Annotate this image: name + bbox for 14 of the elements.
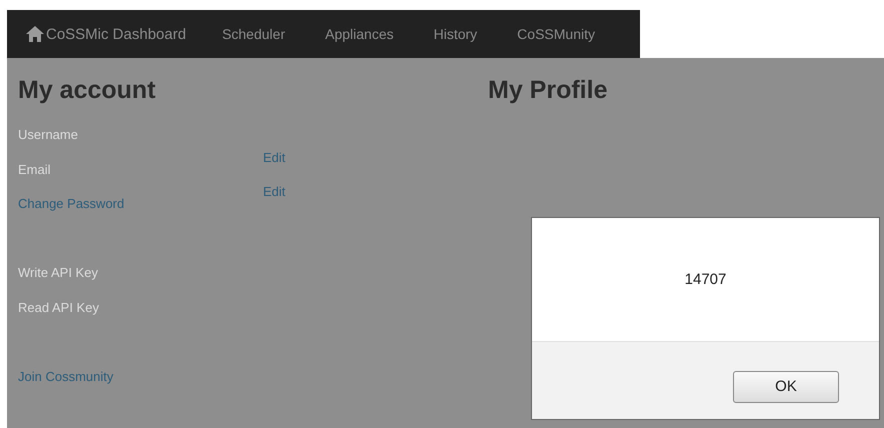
house-icon [25, 25, 45, 43]
field-label: Read API Key [18, 300, 99, 314]
field-label: Username [18, 127, 78, 142]
brand-link[interactable]: CoSSMic Dashboard [46, 26, 186, 42]
nav-link[interactable]: Scheduler [222, 26, 286, 42]
ok-button[interactable]: OK [733, 370, 839, 402]
nav-link[interactable]: Appliances [325, 26, 394, 42]
section-heading: My Profile [488, 76, 608, 105]
nav-link[interactable]: History [434, 26, 478, 42]
section-heading: My account [18, 76, 157, 105]
field-label: Write API Key [18, 265, 98, 280]
field-label: Email [18, 162, 51, 176]
dialog-message: 14707 [684, 271, 726, 288]
nav-link[interactable]: CoSSMunity [517, 26, 595, 42]
